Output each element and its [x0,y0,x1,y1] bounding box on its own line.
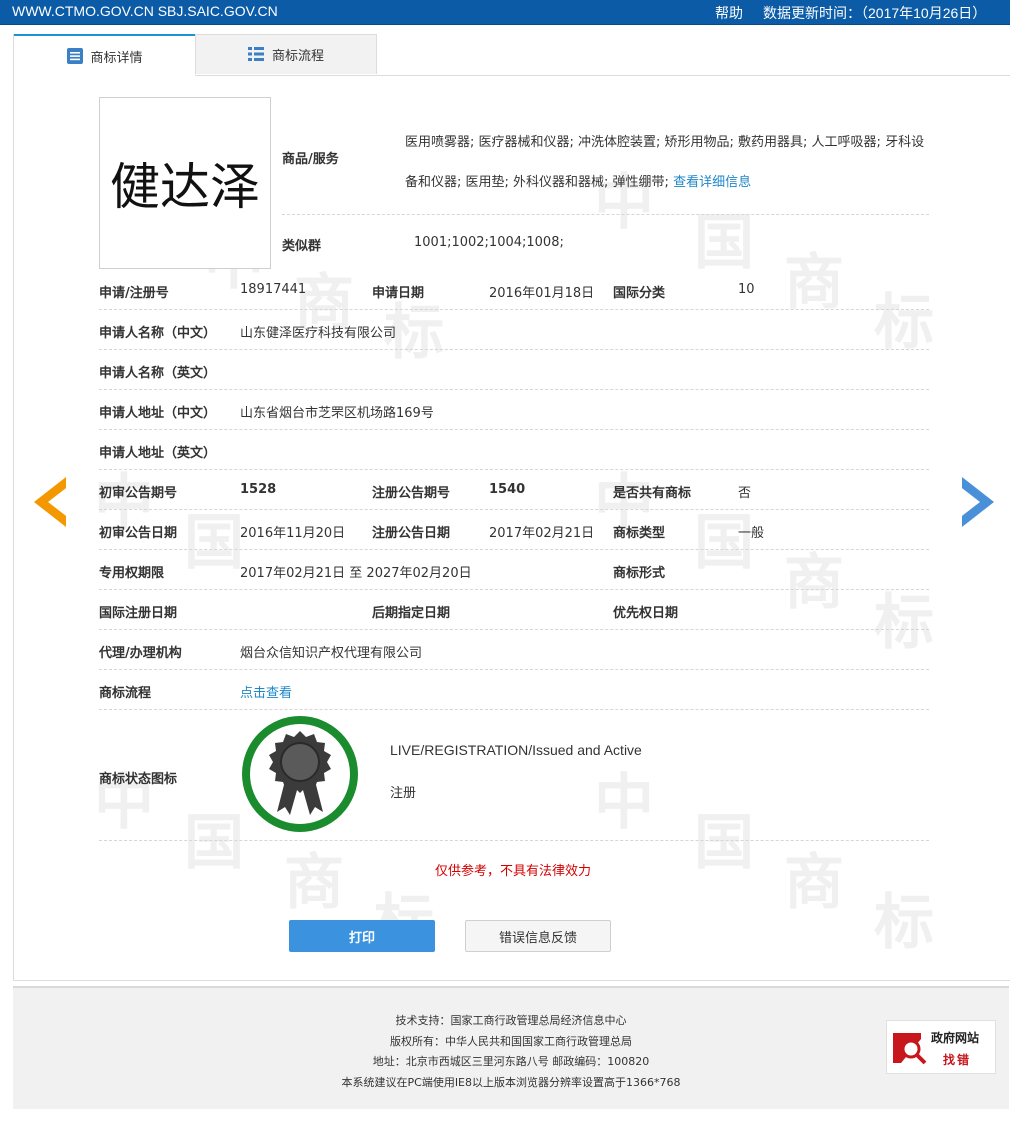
status-en: LIVE/REGISTRATION/Issued and Active [390,742,642,758]
intl-reg-date-label: 国际注册日期 [99,606,178,621]
help-link[interactable]: 帮助 [715,3,743,23]
watermark-char: 标 [874,588,934,658]
prelim-date-label: 初审公告日期 [99,526,178,541]
address-en-label: 申请人地址（英文） [99,446,217,461]
agent-value: 烟台众信知识产权代理有限公司 [240,646,423,661]
list-icon [247,46,266,64]
reg-pub-date-value: 2017年02月21日 [489,526,595,541]
goods-services-value: 医用喷雾器; 医疗器械和仪器; 冲洗体腔装置; 矫形用物品; 敷药用器具; 人工… [405,123,935,203]
footer-browser-note: 本系统建议在PC端使用IE8以上版本浏览器分辨率设置高于1366*768 [341,1076,681,1089]
watermark-char: 标 [874,888,934,958]
watermark-char: 国 [694,208,754,278]
prelim-no-value: 1528 [240,482,277,497]
shared-label: 是否共有商标 [613,486,692,501]
footer: 技术支持：国家工商行政管理总局经济信息中心 版权所有：中华人民共和国国家工商行政… [13,986,1009,1109]
tab-label: 商标详情 [90,50,143,66]
divider [99,389,929,390]
agent-label: 代理/办理机构 [99,646,182,661]
reg-pub-no-label: 注册公告期号 [372,486,451,501]
form-label: 商标形式 [613,566,666,581]
reg-no-value: 18917441 [240,282,307,297]
footer-address: 地址：北京市西城区三里河东路八号 邮政编码：100820 [372,1055,650,1068]
similar-group-value: 1001;1002;1004;1008; [414,235,564,250]
reg-no-label: 申请/注册号 [99,286,169,301]
disclaimer: 仅供参考，不具有法律效力 [434,864,591,879]
feedback-button[interactable]: 错误信息反馈 [465,920,611,952]
type-label: 商标类型 [613,526,666,541]
divider [99,309,929,310]
applicant-cn-label: 申请人名称（中文） [99,326,217,341]
address-cn-label: 申请人地址（中文） [99,406,217,421]
divider [99,709,929,710]
priority-date-label: 优先权日期 [613,606,679,621]
status-cn: 注册 [390,786,417,801]
watermark-char: 商 [784,548,844,618]
footer-tech-support: 技术支持：国家工商行政管理总局经济信息中心 [395,1014,627,1027]
goods-services-label: 商品/服务 [282,152,339,167]
shared-value: 否 [738,486,752,501]
watermark-char: 中 [594,768,654,838]
previous-arrow-icon[interactable] [34,477,70,527]
divider [99,349,929,350]
term-value: 2017年02月21日 至 2027年02月20日 [240,566,472,581]
app-date-label: 申请日期 [372,286,425,301]
divider [99,669,929,670]
app-date-value: 2016年01月18日 [489,286,595,301]
divider [99,469,929,470]
divider [99,589,929,590]
term-label: 专用权期限 [99,566,165,581]
prelim-no-label: 初审公告期号 [99,486,178,501]
site-domains: WWW.CTMO.GOV.CN SBJ.SAIC.GOV.CN [12,3,278,19]
tab-trademark-flow[interactable]: 商标流程 [195,34,377,74]
watermark-char: 国 [184,508,244,578]
reg-pub-date-label: 注册公告日期 [372,526,451,541]
flow-view-link[interactable]: 点击查看 [240,682,292,701]
flow-label: 商标流程 [99,686,152,701]
goods-services-text: 医用喷雾器; 医疗器械和仪器; 冲洗体腔装置; 矫形用物品; 敷药用器具; 人工… [405,135,925,190]
applicant-cn-value: 山东健泽医疗科技有限公司 [240,326,397,341]
divider [99,549,929,550]
intl-class-label: 国际分类 [613,286,666,301]
similar-group-label: 类似群 [282,239,322,254]
tab-bar: 商标详情 商标流程 [14,34,1010,76]
watermark-char: 商 [784,248,844,318]
gov-badge-subtitle: 找错 [943,1053,972,1067]
next-arrow-icon[interactable] [958,477,994,527]
type-value: 一般 [738,526,765,541]
view-details-link[interactable]: 查看详细信息 [673,175,751,190]
status-icon-label: 商标状态图标 [99,772,178,787]
divider [282,214,929,215]
magnifier-icon [893,1033,927,1065]
tab-label: 商标流程 [271,49,324,64]
address-cn-value: 山东省烟台市芝罘区机场路169号 [240,406,434,421]
footer-copyright: 版权所有：中华人民共和国国家工商行政管理总局 [390,1035,632,1048]
prelim-date-value: 2016年11月20日 [240,526,346,541]
intl-class-value: 10 [738,282,755,297]
reg-pub-no-value: 1540 [489,482,526,497]
status-registered-icon [241,715,359,833]
tab-trademark-detail[interactable]: 商标详情 [14,34,195,76]
gov-badge-title: 政府网站 [931,1031,980,1045]
trademark-image: 健达泽 [99,97,271,269]
data-update-time: 数据更新时间：（2017年10月26日） [763,5,987,21]
top-bar: WWW.CTMO.GOV.CN SBJ.SAIC.GOV.CN 帮助 数据更新时… [0,0,1010,25]
later-date-label: 后期指定日期 [372,606,451,621]
list-detail-icon [66,47,84,65]
divider [99,429,929,430]
print-button[interactable]: 打印 [289,920,435,952]
divider [99,509,929,510]
watermark-char: 标 [874,288,934,358]
gov-error-report-badge[interactable]: 政府网站 找错 [886,1020,996,1074]
divider [99,629,929,630]
applicant-en-label: 申请人名称（英文） [99,366,217,381]
divider [99,840,929,841]
